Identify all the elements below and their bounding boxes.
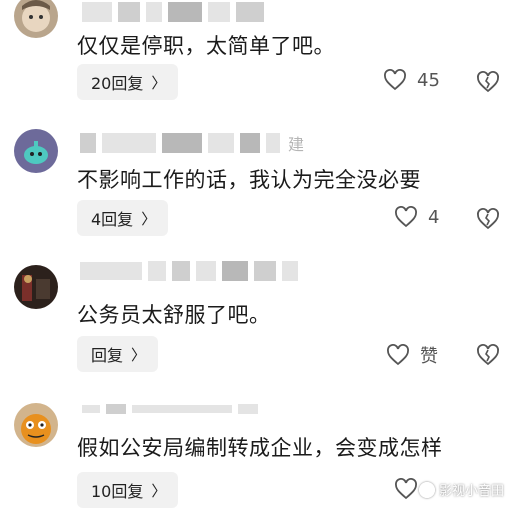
broken-heart-icon[interactable] [476, 343, 500, 367]
heart-outline-icon [384, 69, 406, 91]
comment-text: 公务员太舒服了吧。 [77, 303, 271, 327]
view-replies-button[interactable]: 10回复 〉 [77, 472, 179, 508]
heart-outline-icon [395, 478, 417, 500]
avatar[interactable] [14, 403, 58, 447]
broken-heart-icon[interactable] [476, 70, 500, 94]
like-button[interactable]: 4 [394, 206, 439, 228]
reply-count-label: 4回复 [91, 210, 134, 229]
watermark: 影视小音田 [418, 480, 504, 499]
watermark-logo-icon [418, 481, 435, 498]
chevron-right-icon: 〉 [131, 345, 147, 364]
username-tail: 建 [288, 135, 305, 154]
avatar[interactable] [14, 129, 58, 173]
username-obscured[interactable] [82, 404, 258, 414]
like-count: 赞 [420, 346, 438, 367]
like-button[interactable] [394, 478, 418, 500]
comment-text: 仅仅是停职，太简单了吧。 [77, 34, 335, 58]
view-replies-button[interactable]: 20回复 〉 [77, 64, 179, 100]
like-button[interactable]: 45 [383, 69, 440, 91]
like-button[interactable]: 赞 [386, 342, 438, 368]
username-obscured[interactable] [82, 2, 264, 22]
view-replies-button[interactable]: 4回复 〉 [77, 200, 169, 236]
reply-count-label: 20回复 [91, 74, 144, 93]
avatar[interactable] [14, 265, 58, 309]
avatar[interactable] [14, 0, 58, 38]
chevron-right-icon: 〉 [151, 481, 167, 500]
heart-outline-icon [387, 344, 409, 366]
reply-count-label: 10回复 [91, 482, 144, 501]
username-obscured[interactable]: 建 [80, 131, 304, 155]
chevron-right-icon: 〉 [141, 209, 157, 228]
chevron-right-icon: 〉 [151, 73, 167, 92]
view-replies-button[interactable]: 回复 〉 [77, 336, 159, 372]
like-count: 45 [417, 69, 440, 91]
comment-text: 不影响工作的话，我认为完全没必要 [77, 168, 421, 192]
watermark-text: 影视小音田 [438, 484, 504, 499]
broken-heart-icon[interactable] [476, 207, 500, 231]
reply-count-label: 回复 [91, 346, 124, 365]
comment-text: 假如公安局编制转成企业，会变成怎样 [77, 436, 443, 460]
heart-outline-icon [395, 206, 417, 228]
username-obscured[interactable] [80, 261, 298, 281]
like-count: 4 [428, 206, 440, 228]
